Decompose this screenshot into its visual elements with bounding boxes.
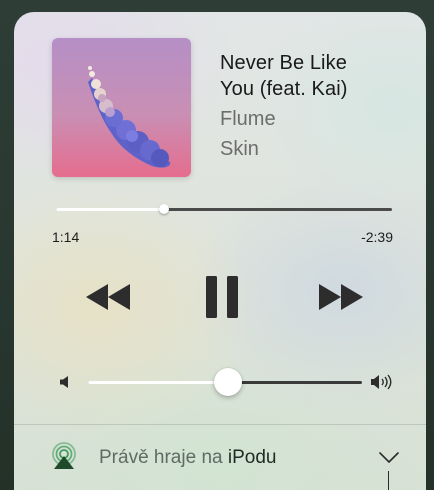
airplay-output-prefix: Právě hraje na — [99, 447, 223, 468]
track-title: Never Be Like You (feat. Kai) — [220, 50, 410, 102]
volume-low-icon — [59, 375, 73, 389]
album-art[interactable] — [52, 38, 191, 177]
remaining-time: -2:39 — [361, 229, 393, 245]
fast-forward-icon — [319, 284, 363, 310]
chevron-indicator-line — [388, 471, 389, 490]
airplay-output-device: iPodu — [227, 447, 277, 468]
volume-fill — [88, 381, 228, 384]
pause-icon — [206, 276, 238, 318]
rewind-button[interactable] — [84, 284, 132, 310]
music-control-card: Never Be Like You (feat. Kai) Flume Skin… — [14, 12, 426, 490]
control-center-background: Never Be Like You (feat. Kai) Flume Skin… — [0, 0, 434, 490]
playback-progress-fill — [56, 208, 165, 211]
track-album: Skin — [220, 138, 259, 160]
pause-button[interactable] — [204, 276, 240, 318]
rewind-icon — [86, 284, 130, 310]
elapsed-time: 1:14 — [52, 229, 80, 245]
volume-slider-knob[interactable] — [213, 368, 242, 396]
playback-scrubber[interactable] — [56, 204, 392, 214]
album-art-image — [52, 38, 191, 177]
track-title-line-2: You (feat. Kai) — [220, 78, 348, 100]
airplay-output-button[interactable]: Právě hraje na iPodu — [14, 425, 426, 490]
track-title-line-1: Never Be Like — [220, 52, 347, 74]
airplay-icon — [50, 442, 78, 470]
track-info: Never Be Like You (feat. Kai) Flume Skin — [220, 50, 410, 164]
fast-forward-button[interactable] — [317, 284, 365, 310]
track-artist: Flume — [220, 108, 276, 130]
volume-slider[interactable] — [88, 368, 362, 396]
volume-high-icon — [370, 373, 396, 391]
playback-scrubber-knob[interactable] — [159, 204, 170, 214]
airplay-output-label: Právě hraje na iPodu — [99, 447, 276, 469]
chevron-down-icon[interactable] — [378, 451, 400, 465]
